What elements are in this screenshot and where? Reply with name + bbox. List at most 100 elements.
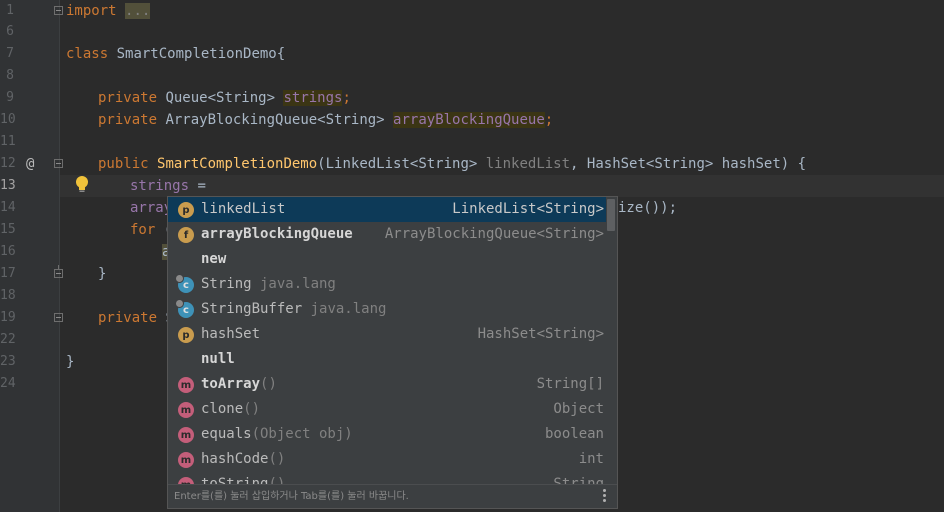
code-line-7: class SmartCompletionDemo{ [66, 43, 285, 65]
keyword: class [66, 46, 109, 62]
line-number-current: 13 [0, 178, 16, 193]
keyword: private [98, 90, 158, 106]
semicolon: ; [342, 90, 351, 106]
item-type: HashSet<String> [477, 326, 604, 342]
params-open: (LinkedList<String> [317, 156, 486, 172]
field-name: strings [130, 178, 190, 194]
code-line-10: private ArrayBlockingQueue<String> array… [98, 109, 553, 131]
field-prefix: array [130, 200, 173, 216]
keyword: import [66, 3, 117, 19]
folded-imports[interactable]: ... [125, 3, 151, 19]
completion-item[interactable]: c StringBuffer java.lang [168, 297, 606, 322]
keyword: private [98, 112, 158, 128]
completion-item[interactable]: m clone() Object [168, 397, 606, 422]
item-name: linkedList [201, 201, 286, 217]
item-name: String [201, 276, 252, 292]
code-line-17: } [98, 263, 106, 285]
fold-toggle-icon[interactable] [54, 6, 63, 15]
method-icon: m [178, 427, 194, 443]
field-name: arrayBlockingQueue [393, 112, 545, 128]
item-name: toArray [201, 376, 261, 392]
param-linkedlist: linkedList [485, 156, 571, 172]
code-line-13: strings = [130, 175, 206, 197]
completion-footer: Enter를(를) 눌러 삽입하거나 Tab를(를) 눌러 바꿉니다. [168, 484, 617, 508]
method-icon: m [178, 452, 194, 468]
item-signature: (Object obj) [251, 426, 353, 442]
completion-popup: p linkedList LinkedList<String> f arrayB… [167, 196, 618, 509]
type-name: ArrayBlockingQueue<String> [165, 112, 385, 128]
keyword: private [98, 310, 158, 326]
item-type: ArrayBlockingQueue<String> [384, 226, 604, 242]
type-name: Queue<String> [165, 90, 276, 106]
item-signature: () [243, 401, 261, 417]
completion-item[interactable]: c String java.lang [168, 272, 606, 297]
code-line-9: private Queue<String> strings; [98, 87, 351, 109]
assign-operator: = [189, 178, 206, 194]
line-number: 11 [0, 134, 16, 149]
scrollbar-thumb[interactable] [607, 199, 615, 231]
line-number: 15 [0, 222, 16, 237]
line-number: 23 [0, 354, 16, 369]
line-number: 6 [6, 24, 14, 39]
fold-end-icon[interactable] [54, 265, 63, 278]
code-suffix: ize()); [618, 200, 678, 216]
code-line-14-start: array [130, 197, 172, 219]
completion-item[interactable]: f arrayBlockingQueue ArrayBlockingQueue<… [168, 222, 606, 247]
completion-item[interactable]: m equals(Object obj) boolean [168, 422, 606, 447]
item-signature: () [268, 451, 286, 467]
closing-brace: } [98, 266, 107, 282]
fold-toggle-icon[interactable] [54, 159, 63, 168]
line-number: 18 [0, 288, 16, 303]
item-name: hashCode [201, 451, 269, 467]
completion-item[interactable]: m hashCode() int [168, 447, 606, 472]
completion-item[interactable]: p linkedList LinkedList<String> [168, 197, 606, 222]
field-icon: f [178, 227, 194, 243]
item-type: String[] [536, 376, 604, 392]
closing-brace: } [66, 354, 75, 370]
line-number: 8 [6, 68, 14, 83]
line-number: 14 [0, 200, 16, 215]
vertical-ellipsis-icon[interactable] [603, 489, 607, 504]
field-name: strings [283, 90, 343, 106]
class-name: SmartCompletionDemo{ [116, 46, 286, 62]
line-number: 9 [6, 90, 14, 105]
code-line-12: public SmartCompletionDemo(LinkedList<St… [98, 153, 806, 175]
class-icon: c [175, 274, 194, 293]
item-name: hashSet [201, 326, 261, 342]
code-line-23: } [66, 351, 74, 373]
item-name: null [201, 351, 235, 367]
completion-item[interactable]: m toArray() String[] [168, 372, 606, 397]
code-line-14-end: ize()); [618, 197, 677, 219]
keyword: for [130, 222, 156, 238]
item-type: boolean [544, 426, 604, 442]
line-number: 24 [0, 376, 16, 391]
item-package: java.lang [251, 276, 336, 292]
gutter-divider [59, 0, 60, 512]
item-name: equals [201, 426, 252, 442]
completion-scrollbar[interactable] [606, 197, 616, 484]
method-icon: m [178, 402, 194, 418]
override-marker-icon[interactable]: @ [26, 153, 34, 175]
class-icon: c [175, 299, 194, 318]
code-line-15: for ( [130, 219, 172, 241]
completion-item[interactable]: p hashSet HashSet<String> [168, 322, 606, 347]
item-type: LinkedList<String> [452, 201, 604, 217]
completion-item[interactable]: null [168, 347, 606, 372]
params-rest: , HashSet<String> hashSet) { [570, 156, 807, 172]
parameter-icon: p [178, 327, 194, 343]
code-line-19: private S [98, 307, 174, 329]
item-name: clone [201, 401, 244, 417]
fold-toggle-icon[interactable] [54, 313, 63, 322]
line-number: 1 [6, 3, 14, 18]
completion-item[interactable]: new [168, 247, 606, 272]
line-number: 16 [0, 244, 16, 259]
item-name: arrayBlockingQueue [201, 226, 353, 242]
lightbulb-icon[interactable] [74, 175, 90, 195]
line-number: 7 [6, 46, 14, 61]
code-line-1: import ... [66, 0, 151, 22]
method-icon: m [178, 377, 194, 393]
item-type: Object [553, 401, 604, 417]
line-number: 17 [0, 266, 16, 281]
item-name: new [201, 251, 227, 267]
item-type: int [578, 451, 604, 467]
